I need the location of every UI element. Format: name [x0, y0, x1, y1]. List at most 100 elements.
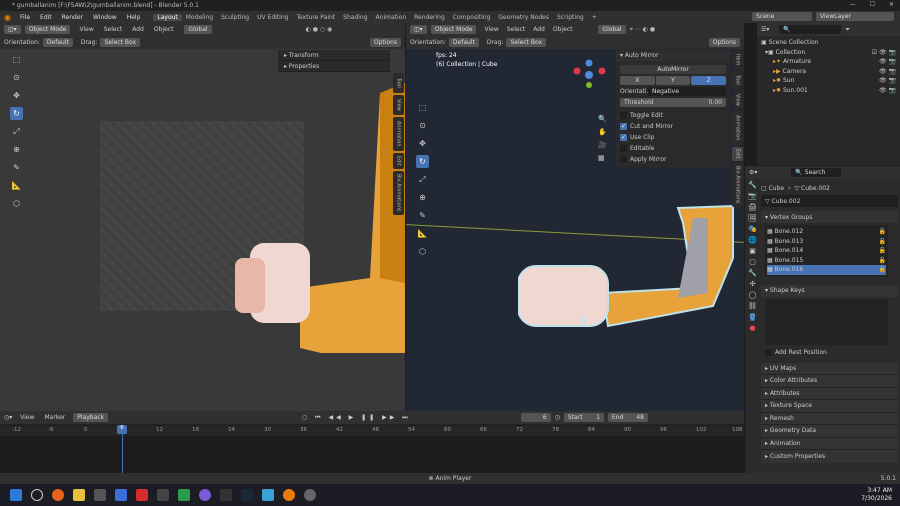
- data-tab-icon[interactable]: ▽: [749, 313, 756, 321]
- left-viewport[interactable]: ◫▾ Object Mode View Select Add Object Gl…: [0, 23, 405, 411]
- outliner-item-armature[interactable]: ▸✦ Armature 👁 📷: [761, 57, 896, 67]
- right-drag-selector[interactable]: Select Box: [506, 38, 547, 47]
- physics-tab-icon[interactable]: ◯: [749, 291, 757, 299]
- playhead-marker[interactable]: 6: [117, 425, 127, 434]
- transform-tool-icon[interactable]: ⊕: [10, 143, 23, 156]
- view-layer-selector[interactable]: ViewLayer: [816, 12, 894, 21]
- automirror-button[interactable]: AutoMirror: [620, 65, 726, 74]
- world-tab-icon[interactable]: 🌐: [748, 236, 757, 244]
- pan-hand-icon[interactable]: ✋: [598, 128, 607, 136]
- blender-taskbar-icon[interactable]: [283, 489, 295, 501]
- visibility-icon[interactable]: 👁 📷: [879, 67, 896, 77]
- move-tool-icon-right[interactable]: ✥: [416, 137, 429, 150]
- clock-icon[interactable]: ◷: [555, 414, 560, 421]
- list-item[interactable]: ▦ Bone.014 🔓: [767, 246, 886, 256]
- tab-bix-animations-right[interactable]: Bix Animations: [732, 163, 743, 207]
- right-mode-selector[interactable]: Object Mode: [430, 25, 477, 34]
- lock-icon[interactable]: 🔓: [879, 266, 886, 273]
- workspace-tab-rendering[interactable]: Rendering: [410, 14, 449, 21]
- outliner-item-camera[interactable]: ▸▶ Camera 👁 📷: [761, 67, 896, 77]
- windows-start-icon[interactable]: [10, 489, 22, 501]
- right-orientation-selector[interactable]: Default: [448, 38, 479, 47]
- tab-tool-left[interactable]: Tool: [393, 73, 404, 93]
- tool-tab-icon[interactable]: 🔧: [748, 181, 757, 189]
- shape-keys-panel-header[interactable]: ▾ Shape Keys: [761, 284, 898, 297]
- tab-animation-left[interactable]: Animation: [393, 117, 404, 151]
- left-options-button[interactable]: Options: [369, 38, 401, 47]
- workspace-tab-animation[interactable]: Animation: [372, 14, 411, 21]
- filter-icon[interactable]: ⏷: [845, 26, 850, 34]
- app-icon[interactable]: [220, 489, 232, 501]
- rotate-tool-icon[interactable]: ↻: [10, 107, 23, 120]
- section-geometry-data[interactable]: ▸ Geometry Data: [761, 425, 898, 438]
- right-options-button[interactable]: Options: [708, 38, 740, 47]
- workspace-tab-sculpting[interactable]: Sculpting: [217, 14, 253, 21]
- clock[interactable]: 3:47 AM 7/30/2026: [861, 487, 892, 503]
- arm-mesh-object[interactable]: [518, 198, 744, 348]
- lock-icon[interactable]: 🔓: [879, 228, 886, 235]
- close-icon[interactable]: ✕: [889, 1, 894, 8]
- steam-icon[interactable]: [241, 489, 253, 501]
- cut-and-mirror-checkbox[interactable]: ✓ Cut and Mirror: [620, 121, 726, 132]
- left-orientation-selector[interactable]: Default: [42, 38, 73, 47]
- menu-edit[interactable]: Edit: [35, 14, 57, 21]
- collection-tab-icon[interactable]: ▣: [749, 247, 756, 255]
- section-remesh[interactable]: ▸ Remesh: [761, 412, 898, 425]
- timeline-editor-icon[interactable]: ◷▾: [4, 414, 12, 421]
- menu-render[interactable]: Render: [57, 14, 88, 21]
- left-menu-add[interactable]: Add: [127, 26, 149, 33]
- workspace-tab-modeling[interactable]: Modeling: [182, 14, 217, 21]
- settings-icon[interactable]: [94, 489, 106, 501]
- menu-window[interactable]: Window: [88, 14, 122, 21]
- add-workspace-button[interactable]: +: [588, 14, 601, 21]
- scale-tool-icon[interactable]: ⤢: [10, 125, 23, 138]
- tab-animation-right[interactable]: Animation: [732, 111, 743, 145]
- maximize-icon[interactable]: ☐: [870, 1, 875, 8]
- left-menu-view[interactable]: View: [74, 26, 98, 33]
- use-clip-checkbox[interactable]: ✓ Use Clip: [620, 132, 726, 143]
- toggle-edit-checkbox[interactable]: Toggle Edit: [620, 110, 726, 121]
- cursor-tool-icon-right[interactable]: ⊙: [416, 119, 429, 132]
- editable-checkbox[interactable]: Editable: [620, 143, 726, 154]
- timeline-track-area[interactable]: [0, 436, 744, 473]
- list-item[interactable]: ▦ Bone.012 🔓: [767, 227, 886, 237]
- measure-tool-icon-right[interactable]: 📐: [416, 227, 429, 240]
- right-viewport[interactable]: ◫▾ Object Mode View Select Add Object Gl…: [406, 23, 744, 411]
- apply-mirror-checkbox[interactable]: Apply Mirror: [620, 154, 726, 165]
- workspace-tab-uv-editing[interactable]: UV Editing: [253, 14, 292, 21]
- threshold-field[interactable]: Threshold 0.00: [620, 98, 726, 107]
- minimize-icon[interactable]: —: [850, 1, 856, 8]
- axis-z-button[interactable]: Z: [691, 76, 727, 85]
- auto-mirror-header[interactable]: ▾ Auto Mirror: [616, 50, 730, 61]
- timeline-menu-marker[interactable]: Marker: [45, 414, 66, 421]
- section-color-attributes[interactable]: ▸ Color Attributes: [761, 375, 898, 388]
- section-texture-space[interactable]: ▸ Texture Space: [761, 400, 898, 413]
- current-frame-field[interactable]: 6: [520, 413, 551, 422]
- editor-type-button[interactable]: ◫▾: [4, 25, 21, 34]
- outliner-editor-icon[interactable]: ☰▾: [761, 26, 769, 33]
- brave-icon[interactable]: [136, 489, 148, 501]
- right-menu-object[interactable]: Object: [549, 26, 577, 33]
- list-item-selected[interactable]: ▦ Bone.016 🔓: [767, 265, 886, 275]
- workspace-tab-texture-paint[interactable]: Texture Paint: [292, 14, 339, 21]
- properties-panel[interactable]: ▸ Properties: [278, 61, 390, 72]
- orientation-field[interactable]: Negative: [648, 87, 726, 96]
- outliner-search[interactable]: 🔍: [779, 25, 842, 34]
- timeline-menu-view[interactable]: View: [20, 414, 34, 421]
- scene-tab-icon[interactable]: 🎭: [748, 225, 757, 233]
- visibility-icon[interactable]: 👁 📷: [879, 86, 896, 96]
- lock-icon[interactable]: 🔓: [879, 247, 886, 254]
- playback-controls[interactable]: ○ ⏮ ◀◀ ▶ ❚❚ ▶▶ ⏭: [302, 414, 411, 422]
- scene-collection-row[interactable]: ▣ Scene Collection: [761, 38, 896, 48]
- app-icon[interactable]: [262, 489, 274, 501]
- visibility-icon[interactable]: 👁 📷: [879, 76, 896, 86]
- tab-edit-left[interactable]: Edit: [393, 153, 404, 169]
- right-transform-selector[interactable]: Global: [598, 25, 626, 34]
- shading-icons[interactable]: ◐ ● ○ ◉: [306, 26, 333, 33]
- left-menu-select[interactable]: Select: [99, 26, 128, 33]
- rotate-tool-icon-right[interactable]: ↻: [416, 155, 429, 168]
- app-icon[interactable]: [304, 489, 316, 501]
- zoom-icon[interactable]: 🔍: [598, 115, 607, 123]
- section-animation[interactable]: ▸ Animation: [761, 437, 898, 450]
- tab-view-right[interactable]: View: [732, 91, 743, 109]
